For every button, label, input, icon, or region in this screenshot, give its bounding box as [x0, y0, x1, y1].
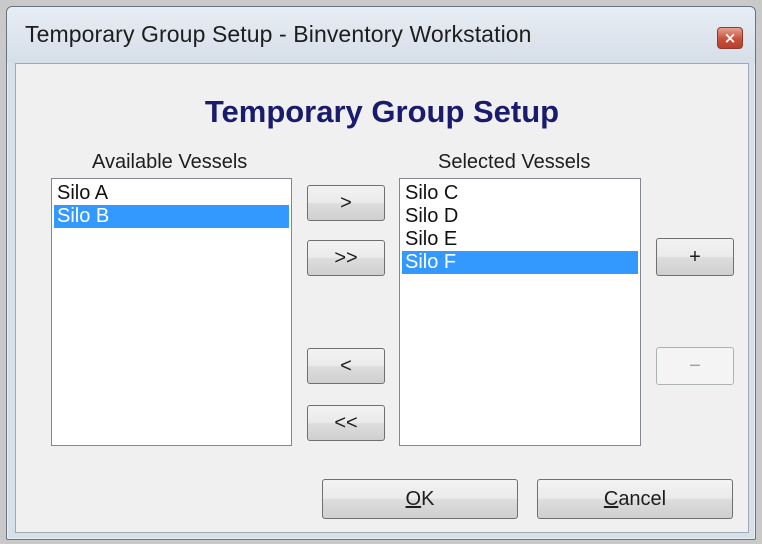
cancel-button[interactable]: Cancel: [537, 479, 733, 519]
dialog-client-area: Temporary Group Setup Available Vessels …: [15, 63, 749, 533]
list-item[interactable]: Silo D: [402, 205, 638, 228]
list-item[interactable]: Silo C: [402, 182, 638, 205]
ok-mnemonic: O: [405, 487, 422, 510]
list-item[interactable]: Silo E: [402, 228, 638, 251]
move-right-button[interactable]: >: [307, 185, 385, 221]
available-vessels-label: Available Vessels: [92, 151, 248, 173]
page-title: Temporary Group Setup: [204, 94, 560, 129]
available-vessels-list[interactable]: Silo A Silo B: [51, 178, 292, 446]
move-all-left-button[interactable]: <<: [307, 405, 385, 441]
remove-button[interactable]: −: [656, 347, 734, 385]
add-button[interactable]: +: [656, 238, 734, 276]
list-item[interactable]: Silo B: [54, 205, 289, 228]
move-left-button[interactable]: <: [307, 348, 385, 384]
ok-button[interactable]: OK: [322, 479, 518, 519]
dialog-window: Temporary Group Setup - Binventory Works…: [6, 6, 756, 540]
ok-label-rest: K: [421, 487, 435, 510]
selected-vessels-label: Selected Vessels: [438, 151, 591, 173]
close-icon: ×: [723, 29, 737, 47]
cancel-mnemonic: C: [603, 487, 619, 510]
list-item[interactable]: Silo A: [54, 182, 289, 205]
cancel-label-rest: ancel: [618, 487, 667, 510]
close-button[interactable]: ×: [717, 27, 743, 49]
title-bar[interactable]: Temporary Group Setup - Binventory Works…: [7, 7, 755, 63]
selected-vessels-list[interactable]: Silo C Silo D Silo E Silo F: [399, 178, 641, 446]
window-title: Temporary Group Setup - Binventory Works…: [25, 21, 532, 47]
move-all-right-button[interactable]: >>: [307, 240, 385, 276]
list-item[interactable]: Silo F: [402, 251, 638, 274]
